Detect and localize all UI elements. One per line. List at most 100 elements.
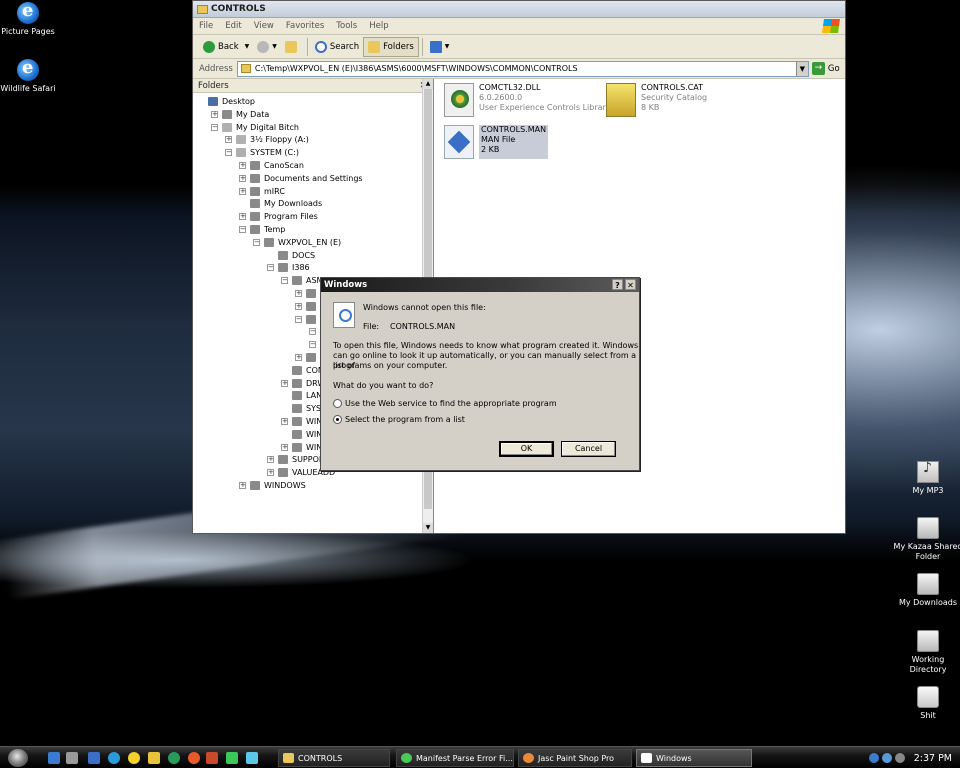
desktop-icon-picture-pages[interactable]: Picture Pages bbox=[0, 0, 63, 37]
desktop-icon-my-kazaa-shared-folder[interactable]: My Kazaa Shared Folder bbox=[893, 517, 960, 562]
collapse-icon[interactable]: − bbox=[239, 226, 246, 233]
expand-icon[interactable]: + bbox=[267, 469, 274, 477]
expand-icon[interactable]: + bbox=[211, 110, 218, 118]
expand-icon[interactable]: + bbox=[239, 162, 246, 169]
tree-item[interactable]: + mIRC bbox=[239, 185, 285, 198]
collapse-icon[interactable]: − bbox=[309, 328, 316, 336]
quick-launch-icon[interactable] bbox=[88, 752, 100, 764]
quick-launch-icon[interactable] bbox=[206, 752, 218, 764]
help-button[interactable]: ? bbox=[612, 279, 623, 290]
file-item-controls-man[interactable]: CONTROLS.MAN MAN File 2 KB bbox=[444, 125, 549, 159]
menu-file[interactable]: File bbox=[193, 21, 219, 31]
quick-launch-icon[interactable] bbox=[226, 752, 238, 764]
desktop-icon-working-directory[interactable]: Working Directory bbox=[893, 630, 960, 675]
cancel-button[interactable]: Cancel bbox=[561, 441, 616, 457]
quick-launch-icon[interactable] bbox=[188, 752, 200, 764]
tree-item[interactable]: − SYSTEM (C:) bbox=[225, 146, 299, 159]
collapse-icon[interactable]: − bbox=[253, 238, 260, 246]
menu-edit[interactable]: Edit bbox=[219, 21, 247, 31]
collapse-icon[interactable]: − bbox=[295, 315, 302, 323]
expand-icon[interactable]: + bbox=[281, 379, 288, 387]
views-button[interactable]: ▼ bbox=[426, 37, 454, 57]
address-input[interactable]: C:\Temp\WXPVOL_EN (E)\I386\ASMS\6000\MSF… bbox=[236, 60, 809, 77]
taskbar-item-paint-shop-pro[interactable]: Jasc Paint Shop Pro bbox=[518, 749, 632, 767]
expand-icon[interactable]: + bbox=[239, 187, 246, 195]
scroll-up-icon[interactable]: ▲ bbox=[423, 79, 433, 89]
desktop-icon-label: Shit bbox=[920, 711, 936, 720]
explorer-titlebar[interactable]: CONTROLS bbox=[193, 1, 845, 18]
show-desktop-icon[interactable] bbox=[48, 752, 60, 764]
menu-tools[interactable]: Tools bbox=[330, 21, 363, 31]
menu-view[interactable]: View bbox=[248, 21, 280, 31]
file-name-value: CONTROLS.MAN bbox=[390, 322, 456, 331]
quick-launch-icon[interactable] bbox=[148, 752, 160, 764]
radio-button[interactable] bbox=[333, 399, 342, 408]
expand-icon[interactable]: + bbox=[267, 456, 274, 464]
folders-button[interactable]: Folders bbox=[363, 36, 419, 57]
expand-icon[interactable]: + bbox=[281, 443, 288, 451]
forward-button[interactable]: ▼ bbox=[253, 37, 281, 57]
scroll-down-icon[interactable]: ▼ bbox=[423, 523, 433, 533]
expand-icon[interactable]: + bbox=[295, 302, 302, 310]
tray-icon[interactable] bbox=[894, 753, 905, 763]
tree-item[interactable]: + Documents and Settings bbox=[239, 172, 363, 185]
tree-item[interactable]: DOCS bbox=[267, 249, 315, 262]
collapse-icon[interactable]: − bbox=[211, 123, 218, 131]
clock[interactable]: 2:37 PM bbox=[914, 753, 952, 764]
tray-icon[interactable] bbox=[868, 753, 879, 763]
tree-item[interactable]: + DRW bbox=[281, 377, 325, 390]
expand-icon[interactable]: + bbox=[239, 213, 246, 221]
collapse-icon[interactable]: − bbox=[267, 264, 274, 272]
radio-use-web-service[interactable]: Use the Web service to find the appropri… bbox=[333, 399, 557, 408]
tree-item[interactable]: − Temp bbox=[239, 223, 285, 236]
tree-item[interactable]: − I386 bbox=[267, 261, 310, 274]
internet-explorer-icon[interactable] bbox=[108, 752, 120, 764]
taskbar-item-manifest-error[interactable]: Manifest Parse Error Fi... bbox=[396, 749, 514, 767]
taskbar-item-controls[interactable]: CONTROLS bbox=[278, 749, 390, 767]
desktop-icon-my-mp3[interactable]: My MP3 bbox=[893, 461, 960, 496]
file-item-controls-cat[interactable]: CONTROLS.CAT Security Catalog 8 KB bbox=[606, 83, 707, 117]
quick-launch-icon[interactable] bbox=[66, 752, 78, 764]
collapse-icon[interactable]: − bbox=[309, 341, 316, 349]
quick-launch-icon[interactable] bbox=[168, 752, 180, 764]
up-folder-button[interactable] bbox=[281, 37, 304, 57]
address-dropdown-button[interactable]: ▼ bbox=[795, 61, 808, 76]
search-button[interactable]: Search bbox=[311, 37, 363, 57]
tree-item[interactable]: − WXPVOL_EN (E) bbox=[253, 236, 341, 249]
tree-item[interactable]: + My Data bbox=[211, 108, 269, 121]
tree-item[interactable]: +3½ Floppy (A:) bbox=[225, 133, 309, 146]
dialog-titlebar[interactable]: Windows ? ✕ bbox=[321, 278, 639, 292]
expand-icon[interactable]: + bbox=[295, 354, 302, 361]
tree-item[interactable]: + WINDOWS bbox=[239, 479, 306, 492]
menu-help[interactable]: Help bbox=[363, 21, 394, 31]
tree-item-label: SYSTEM (C:) bbox=[250, 148, 299, 158]
expand-icon[interactable]: + bbox=[239, 174, 246, 182]
desktop-icon-wildlife-safari[interactable]: Wildlife Safari bbox=[0, 57, 63, 94]
tree-item[interactable]: Desktop bbox=[197, 95, 255, 108]
radio-select-from-list[interactable]: Select the program from a list bbox=[333, 415, 465, 424]
collapse-icon[interactable]: − bbox=[281, 277, 288, 285]
expand-icon[interactable]: + bbox=[225, 136, 232, 144]
tree-item[interactable]: My Downloads bbox=[239, 197, 322, 210]
quick-launch-icon[interactable] bbox=[128, 752, 140, 764]
tree-item[interactable]: − My Digital Bitch bbox=[211, 121, 299, 134]
collapse-icon[interactable]: − bbox=[225, 149, 232, 157]
desktop-icon-my-downloads[interactable]: My Downloads bbox=[893, 573, 960, 608]
file-item-comctl32[interactable]: COMCTL32.DLL 6.0.2600.0 User Experience … bbox=[444, 83, 611, 117]
start-button[interactable] bbox=[8, 749, 28, 767]
quick-launch-icon[interactable] bbox=[246, 752, 258, 764]
back-button[interactable]: Back ▼ bbox=[199, 37, 253, 57]
menu-favorites[interactable]: Favorites bbox=[280, 21, 330, 31]
taskbar-item-windows[interactable]: Windows bbox=[636, 749, 752, 767]
expand-icon[interactable]: + bbox=[295, 290, 302, 297]
close-button[interactable]: ✕ bbox=[625, 279, 636, 290]
ok-button[interactable]: OK bbox=[499, 441, 554, 457]
go-button[interactable]: → Go bbox=[811, 62, 840, 75]
expand-icon[interactable]: + bbox=[239, 482, 246, 489]
tray-icon[interactable] bbox=[881, 753, 892, 763]
desktop-icon-shit[interactable]: Shit bbox=[893, 686, 960, 721]
expand-icon[interactable]: + bbox=[281, 418, 288, 425]
tree-item[interactable]: + CanoScan bbox=[239, 159, 304, 172]
radio-button-selected[interactable] bbox=[333, 415, 342, 424]
tree-item[interactable]: + Program Files bbox=[239, 210, 318, 223]
